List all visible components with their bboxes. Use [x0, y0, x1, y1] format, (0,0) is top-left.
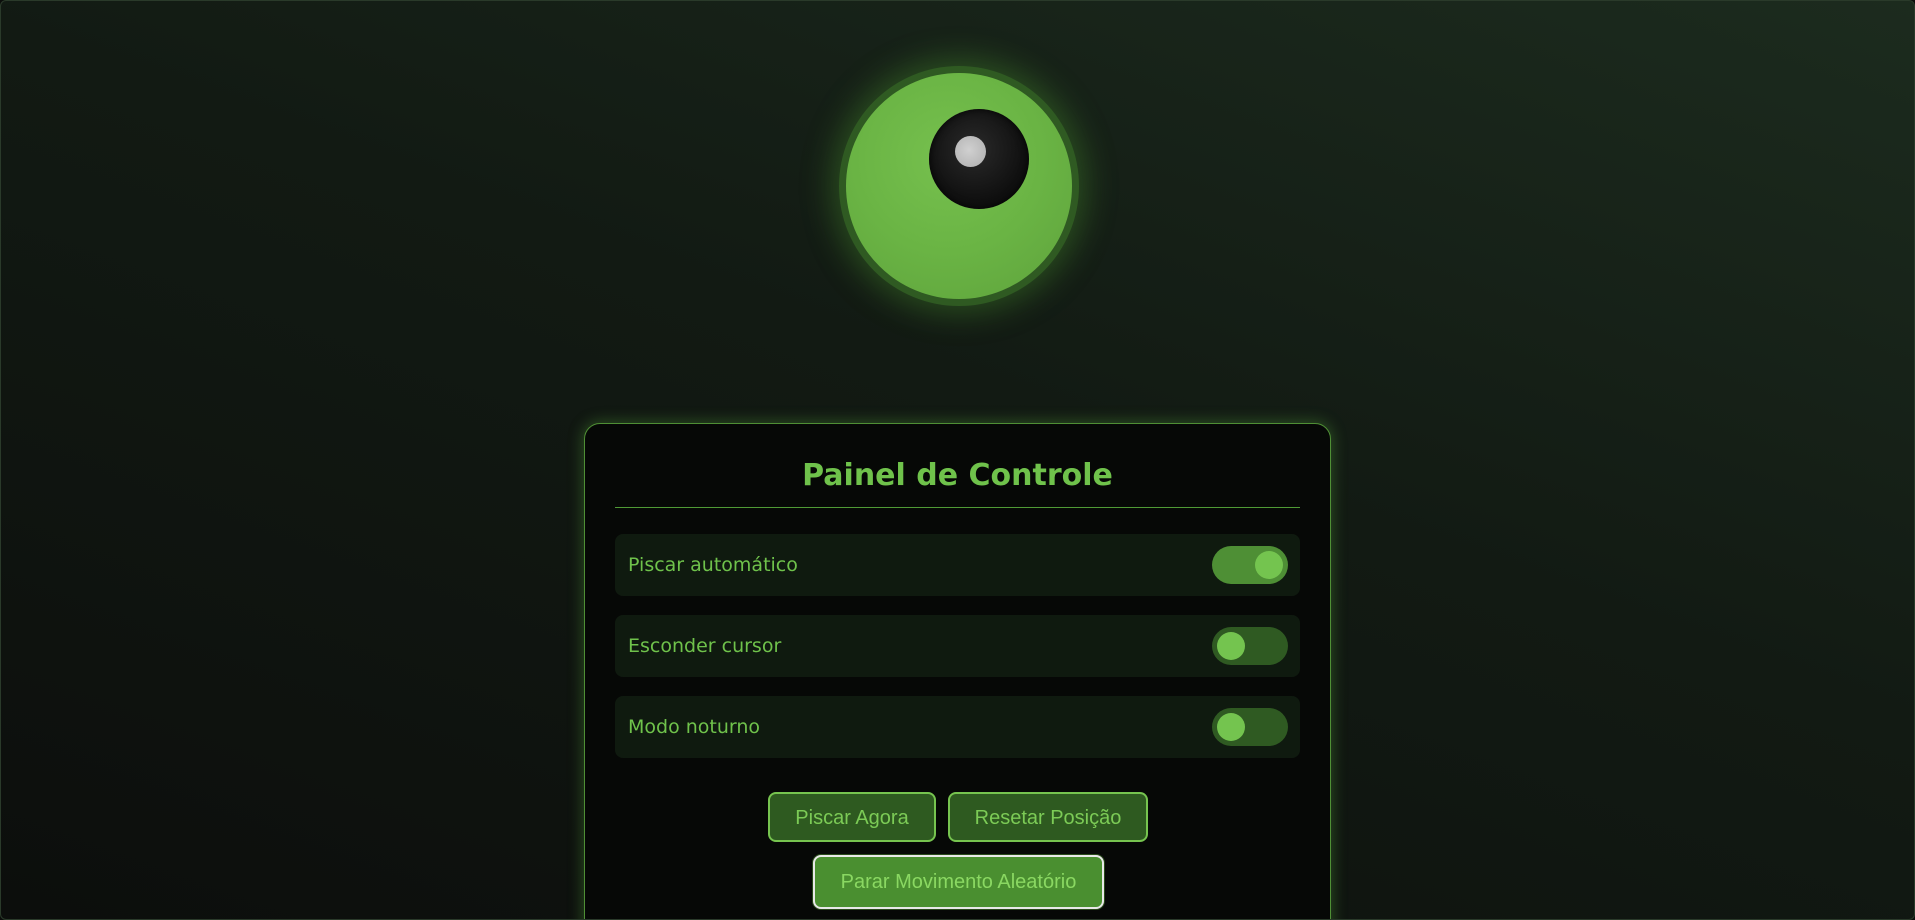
- toggle-knob: [1217, 713, 1245, 741]
- app-window: Painel de Controle Piscar automático Esc…: [0, 0, 1915, 920]
- auto-blink-toggle[interactable]: [1212, 546, 1288, 584]
- blink-now-button[interactable]: Piscar Agora: [768, 792, 936, 842]
- panel-divider: [615, 507, 1300, 508]
- setting-row-auto-blink: Piscar automático: [615, 534, 1300, 596]
- toggle-knob: [1255, 551, 1283, 579]
- hide-cursor-toggle[interactable]: [1212, 627, 1288, 665]
- setting-label-hide-cursor: Esconder cursor: [628, 635, 782, 657]
- stop-random-movement-button[interactable]: Parar Movimento Aleatório: [813, 855, 1104, 909]
- panel-title: Painel de Controle: [802, 458, 1113, 493]
- control-panel: Painel de Controle Piscar automático Esc…: [584, 423, 1331, 919]
- setting-label-night-mode: Modo noturno: [628, 716, 761, 738]
- setting-row-night-mode: Modo noturno: [615, 696, 1300, 758]
- toggle-knob: [1217, 632, 1245, 660]
- setting-label-auto-blink: Piscar automático: [628, 554, 798, 576]
- reset-position-button[interactable]: Resetar Posição: [948, 792, 1148, 842]
- eye-iris: [846, 73, 1072, 299]
- setting-row-hide-cursor: Esconder cursor: [615, 615, 1300, 677]
- night-mode-toggle[interactable]: [1212, 708, 1288, 746]
- eye-glint: [955, 136, 986, 167]
- eye: [839, 66, 1079, 306]
- eye-pupil: [929, 109, 1029, 209]
